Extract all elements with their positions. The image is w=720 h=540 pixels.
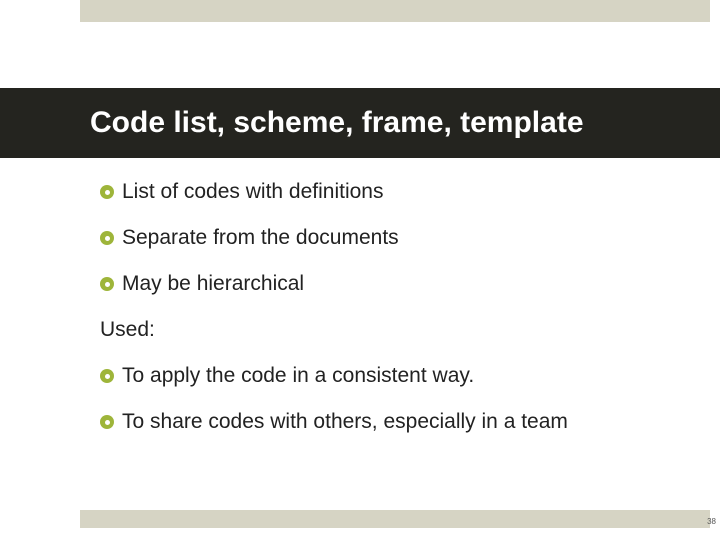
bullet-icon [100,277,114,291]
bullet-text: To share codes with others, especially i… [122,410,568,434]
title-bar: Code list, scheme, frame, template [0,88,720,158]
bullet-item: Separate from the documents [100,226,660,250]
bullet-item: To share codes with others, especially i… [100,410,660,434]
top-decoration-strip [80,0,710,22]
slide-content: List of codes with definitions Separate … [100,180,660,456]
bullet-text: To apply the code in a consistent way. [122,364,474,388]
bullet-icon [100,185,114,199]
bullet-item: To apply the code in a consistent way. [100,364,660,388]
bullet-text: Separate from the documents [122,226,399,250]
slide-title: Code list, scheme, frame, template [90,106,584,140]
used-label: Used: [100,318,155,341]
bottom-decoration-strip [80,510,710,528]
bullet-text: List of codes with definitions [122,180,383,204]
bullet-icon [100,369,114,383]
used-label-line: Used: [100,318,660,342]
bullet-text: May be hierarchical [122,272,304,296]
bullet-icon [100,231,114,245]
page-number: 38 [707,517,716,526]
bullet-item: List of codes with definitions [100,180,660,204]
bullet-item: May be hierarchical [100,272,660,296]
bullet-icon [100,415,114,429]
